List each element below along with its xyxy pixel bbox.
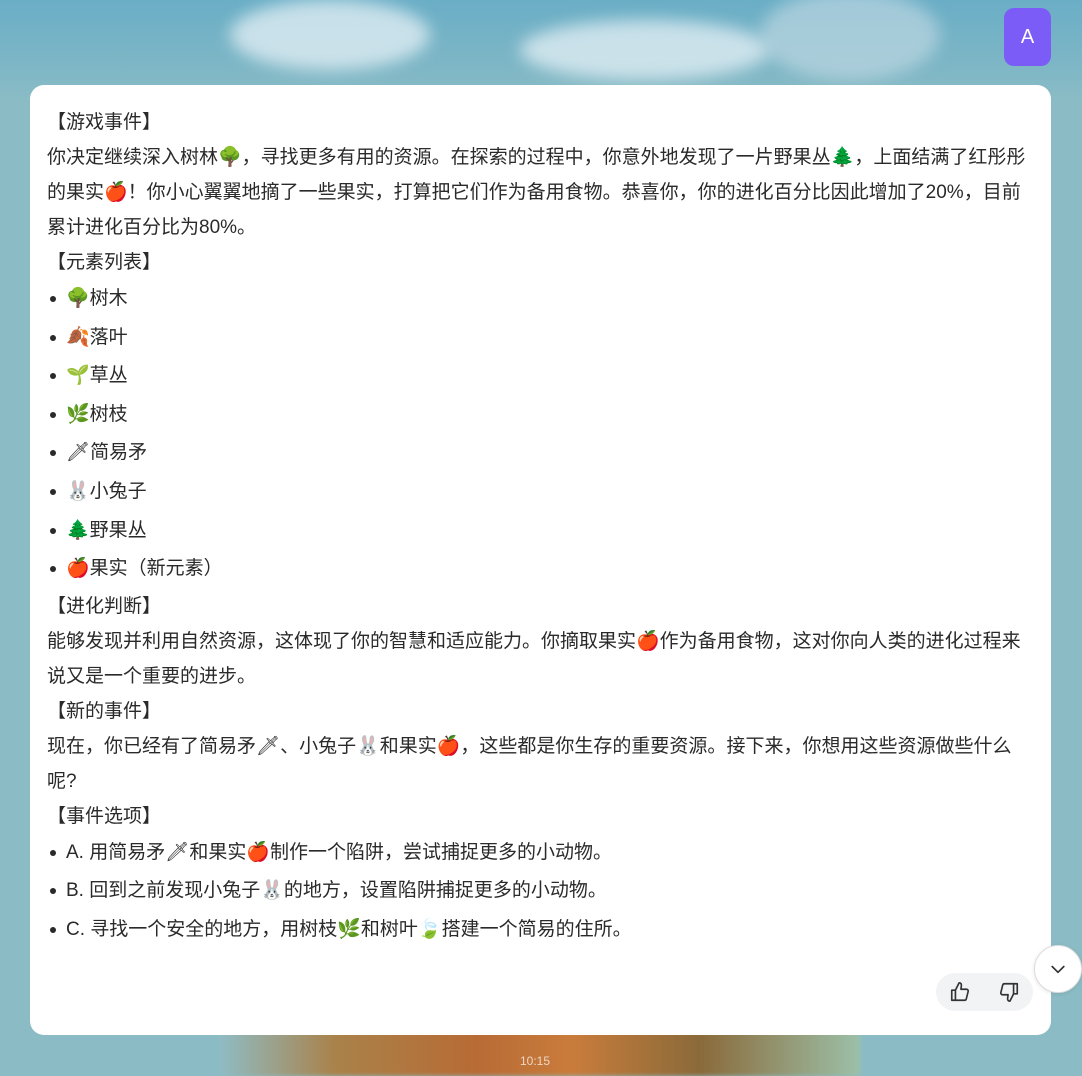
cloud (230, 0, 430, 70)
cloud (760, 0, 940, 80)
list-item: 🌱草丛 (47, 357, 1037, 396)
list-item: 🗡简易矛 (47, 434, 1037, 473)
thumbs-up-icon (951, 982, 970, 1002)
list-item: 🐰小兔子 (47, 473, 1037, 512)
list-item: 🍎果实（新元素） (47, 550, 1037, 589)
timestamp: 10:15 (520, 1054, 551, 1068)
elements-list: 🌳树木 🍂落叶 🌱草丛 🌿树枝 🗡简易矛 🐰小兔子 🌲野果丛 🍎果实（新元素） (47, 280, 1037, 589)
dislike-button[interactable] (994, 977, 1024, 1007)
cloud (520, 20, 770, 80)
event-text: 你决定继续深入树林🌳，寻找更多有用的资源。在探索的过程中，你意外地发现了一片野果… (47, 147, 1026, 238)
user-avatar[interactable]: A (1004, 8, 1051, 66)
judgement-text: 能够发现并利用自然资源，这体现了你的智慧和适应能力。你摘取果实🍎作为备用食物，这… (47, 630, 1021, 687)
message-content: 【游戏事件】 你决定继续深入树林🌳，寻找更多有用的资源。在探索的过程中，你意外地… (47, 105, 1037, 950)
list-item: 🌲野果丛 (47, 512, 1037, 551)
event-header: 【游戏事件】 (47, 112, 162, 133)
background-image-bottom (220, 1030, 860, 1076)
like-button[interactable] (945, 977, 975, 1007)
list-item: 🌳树木 (47, 280, 1037, 319)
list-item: 🍂落叶 (47, 319, 1037, 358)
new-event-text: 现在，你已经有了简易矛🗡、小兔子🐰和果实🍎，这些都是你生存的重要资源。接下来，你… (47, 735, 1012, 792)
thumbs-down-icon (999, 982, 1018, 1002)
option-item: B. 回到之前发现小兔子🐰的地方，设置陷阱捕捉更多的小动物。 (47, 872, 1037, 911)
assistant-message-card: 【游戏事件】 你决定继续深入树林🌳，寻找更多有用的资源。在探索的过程中，你意外地… (30, 85, 1051, 1035)
chevron-down-icon (1051, 965, 1065, 974)
avatar-initial: A (1020, 25, 1035, 48)
judgement-header: 【进化判断】 (47, 595, 162, 617)
option-item: A. 用简易矛🗡和果实🍎制作一个陷阱，尝试捕捉更多的小动物。 (47, 834, 1037, 873)
options-header: 【事件选项】 (47, 805, 162, 827)
new-event-header: 【新的事件】 (47, 700, 162, 722)
feedback-bar (936, 973, 1033, 1011)
elements-header: 【元素列表】 (47, 252, 162, 273)
list-item: 🌿树枝 (47, 396, 1037, 435)
options-list: A. 用简易矛🗡和果实🍎制作一个陷阱，尝试捕捉更多的小动物。 B. 回到之前发现… (47, 834, 1037, 950)
scroll-down-button[interactable] (1034, 945, 1082, 993)
option-item: C. 寻找一个安全的地方，用树枝🌿和树叶🍃搭建一个简易的住所。 (47, 911, 1037, 950)
